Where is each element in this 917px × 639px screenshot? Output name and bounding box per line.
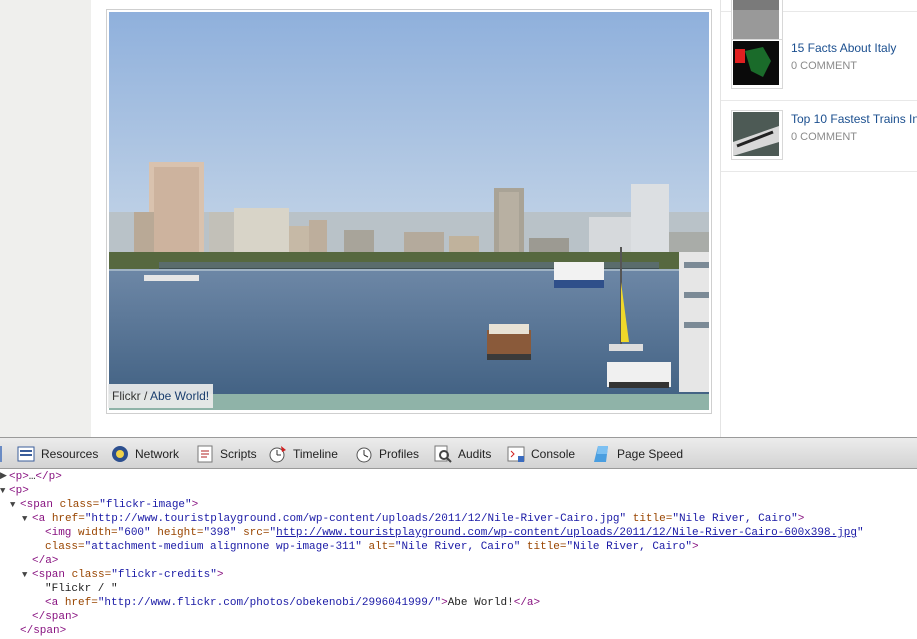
dom-node[interactable]: <a href="http://www.touristplayground.co… <box>32 512 804 526</box>
console-icon <box>507 446 525 462</box>
dom-node[interactable]: class="attachment-medium alignnone wp-im… <box>45 540 699 554</box>
dom-node[interactable]: <span class="flickr-credits"> <box>32 568 223 582</box>
collapse-triangle-icon[interactable]: ▼ <box>22 570 27 580</box>
collapse-triangle-icon[interactable]: ▼ <box>10 500 15 510</box>
photo-credit: Flickr / Abe World! <box>108 384 214 408</box>
tab-network[interactable]: Network <box>110 442 179 466</box>
tab-scripts-label: Scripts <box>220 447 257 461</box>
sidebar-recent-posts: 15 Facts About Italy 0 COMMENT Top 10 Fa… <box>721 0 917 437</box>
nile-river-cairo-photo[interactable] <box>109 12 709 410</box>
tab-resources-label: Resources <box>41 447 99 461</box>
dom-node[interactable]: <p> <box>9 484 29 498</box>
dom-node[interactable]: </span> <box>32 610 78 624</box>
devtools-toolbar: Resources Network Scripts Timeline Profi… <box>0 437 917 469</box>
recent-post-item[interactable] <box>721 0 917 48</box>
tab-network-label: Network <box>135 447 180 461</box>
dom-node[interactable]: </a> <box>32 554 58 568</box>
post-title[interactable]: 15 Facts About Italy <box>791 41 896 55</box>
expand-triangle-icon[interactable]: ▶ <box>0 471 7 481</box>
post-thumbnail[interactable] <box>731 110 783 160</box>
article-image-frame <box>106 9 712 414</box>
post-comment-count: 0 COMMENT <box>791 60 857 72</box>
tab-timeline-label: Timeline <box>293 447 338 461</box>
tab-page-speed-label: Page Speed <box>617 447 684 461</box>
post-thumbnail[interactable] <box>731 39 783 89</box>
collapse-triangle-icon[interactable]: ▼ <box>22 514 27 524</box>
tab-audits[interactable]: Audits <box>433 442 491 466</box>
network-icon <box>112 446 128 462</box>
dom-node[interactable]: <img width="600" height="398" src="http:… <box>45 526 864 540</box>
photo-credit-prefix: Flickr / <box>112 389 150 403</box>
audits-icon <box>434 445 452 463</box>
tab-elements[interactable] <box>0 442 7 466</box>
dom-node[interactable]: <span class="flickr-image"> <box>20 498 198 512</box>
photo-credit-link[interactable]: Abe World! <box>150 389 209 403</box>
recent-post-item[interactable]: Top 10 Fastest Trains In 0 COMMENT <box>721 100 917 172</box>
profiles-icon <box>356 447 372 463</box>
page-speed-icon <box>594 446 608 462</box>
tab-profiles-label: Profiles <box>379 447 420 461</box>
tab-page-speed[interactable]: Page Speed <box>592 442 683 466</box>
elements-icon <box>0 446 2 462</box>
timeline-icon <box>269 446 286 463</box>
tab-resources[interactable]: Resources <box>16 442 98 466</box>
post-title[interactable]: Top 10 Fastest Trains In <box>791 112 917 126</box>
tab-console[interactable]: Console <box>506 442 575 466</box>
dom-node[interactable]: <a href="http://www.flickr.com/photos/ob… <box>45 596 540 610</box>
resources-icon <box>17 446 35 462</box>
post-comment-count: 0 COMMENT <box>791 131 857 143</box>
tab-profiles[interactable]: Profiles <box>354 442 419 466</box>
dom-node[interactable]: <p>…</p> <box>9 470 62 484</box>
collapse-triangle-icon[interactable]: ▼ <box>0 486 5 496</box>
tab-timeline[interactable]: Timeline <box>268 442 338 466</box>
elements-panel: ▶ <p>…</p> ▼ <p> ▼ <span class="flickr-i… <box>0 469 917 639</box>
tab-scripts[interactable]: Scripts <box>195 442 257 466</box>
tab-console-label: Console <box>531 447 576 461</box>
scripts-icon <box>197 445 213 463</box>
tab-audits-label: Audits <box>458 447 492 461</box>
dom-node[interactable]: </span> <box>20 624 66 638</box>
page-left-gutter <box>0 0 91 437</box>
recent-post-item[interactable]: 15 Facts About Italy 0 COMMENT <box>721 29 917 101</box>
img-src-link[interactable]: http://www.touristplayground.com/wp-cont… <box>276 527 857 539</box>
dom-text-node[interactable]: "Flickr / " <box>45 582 118 596</box>
